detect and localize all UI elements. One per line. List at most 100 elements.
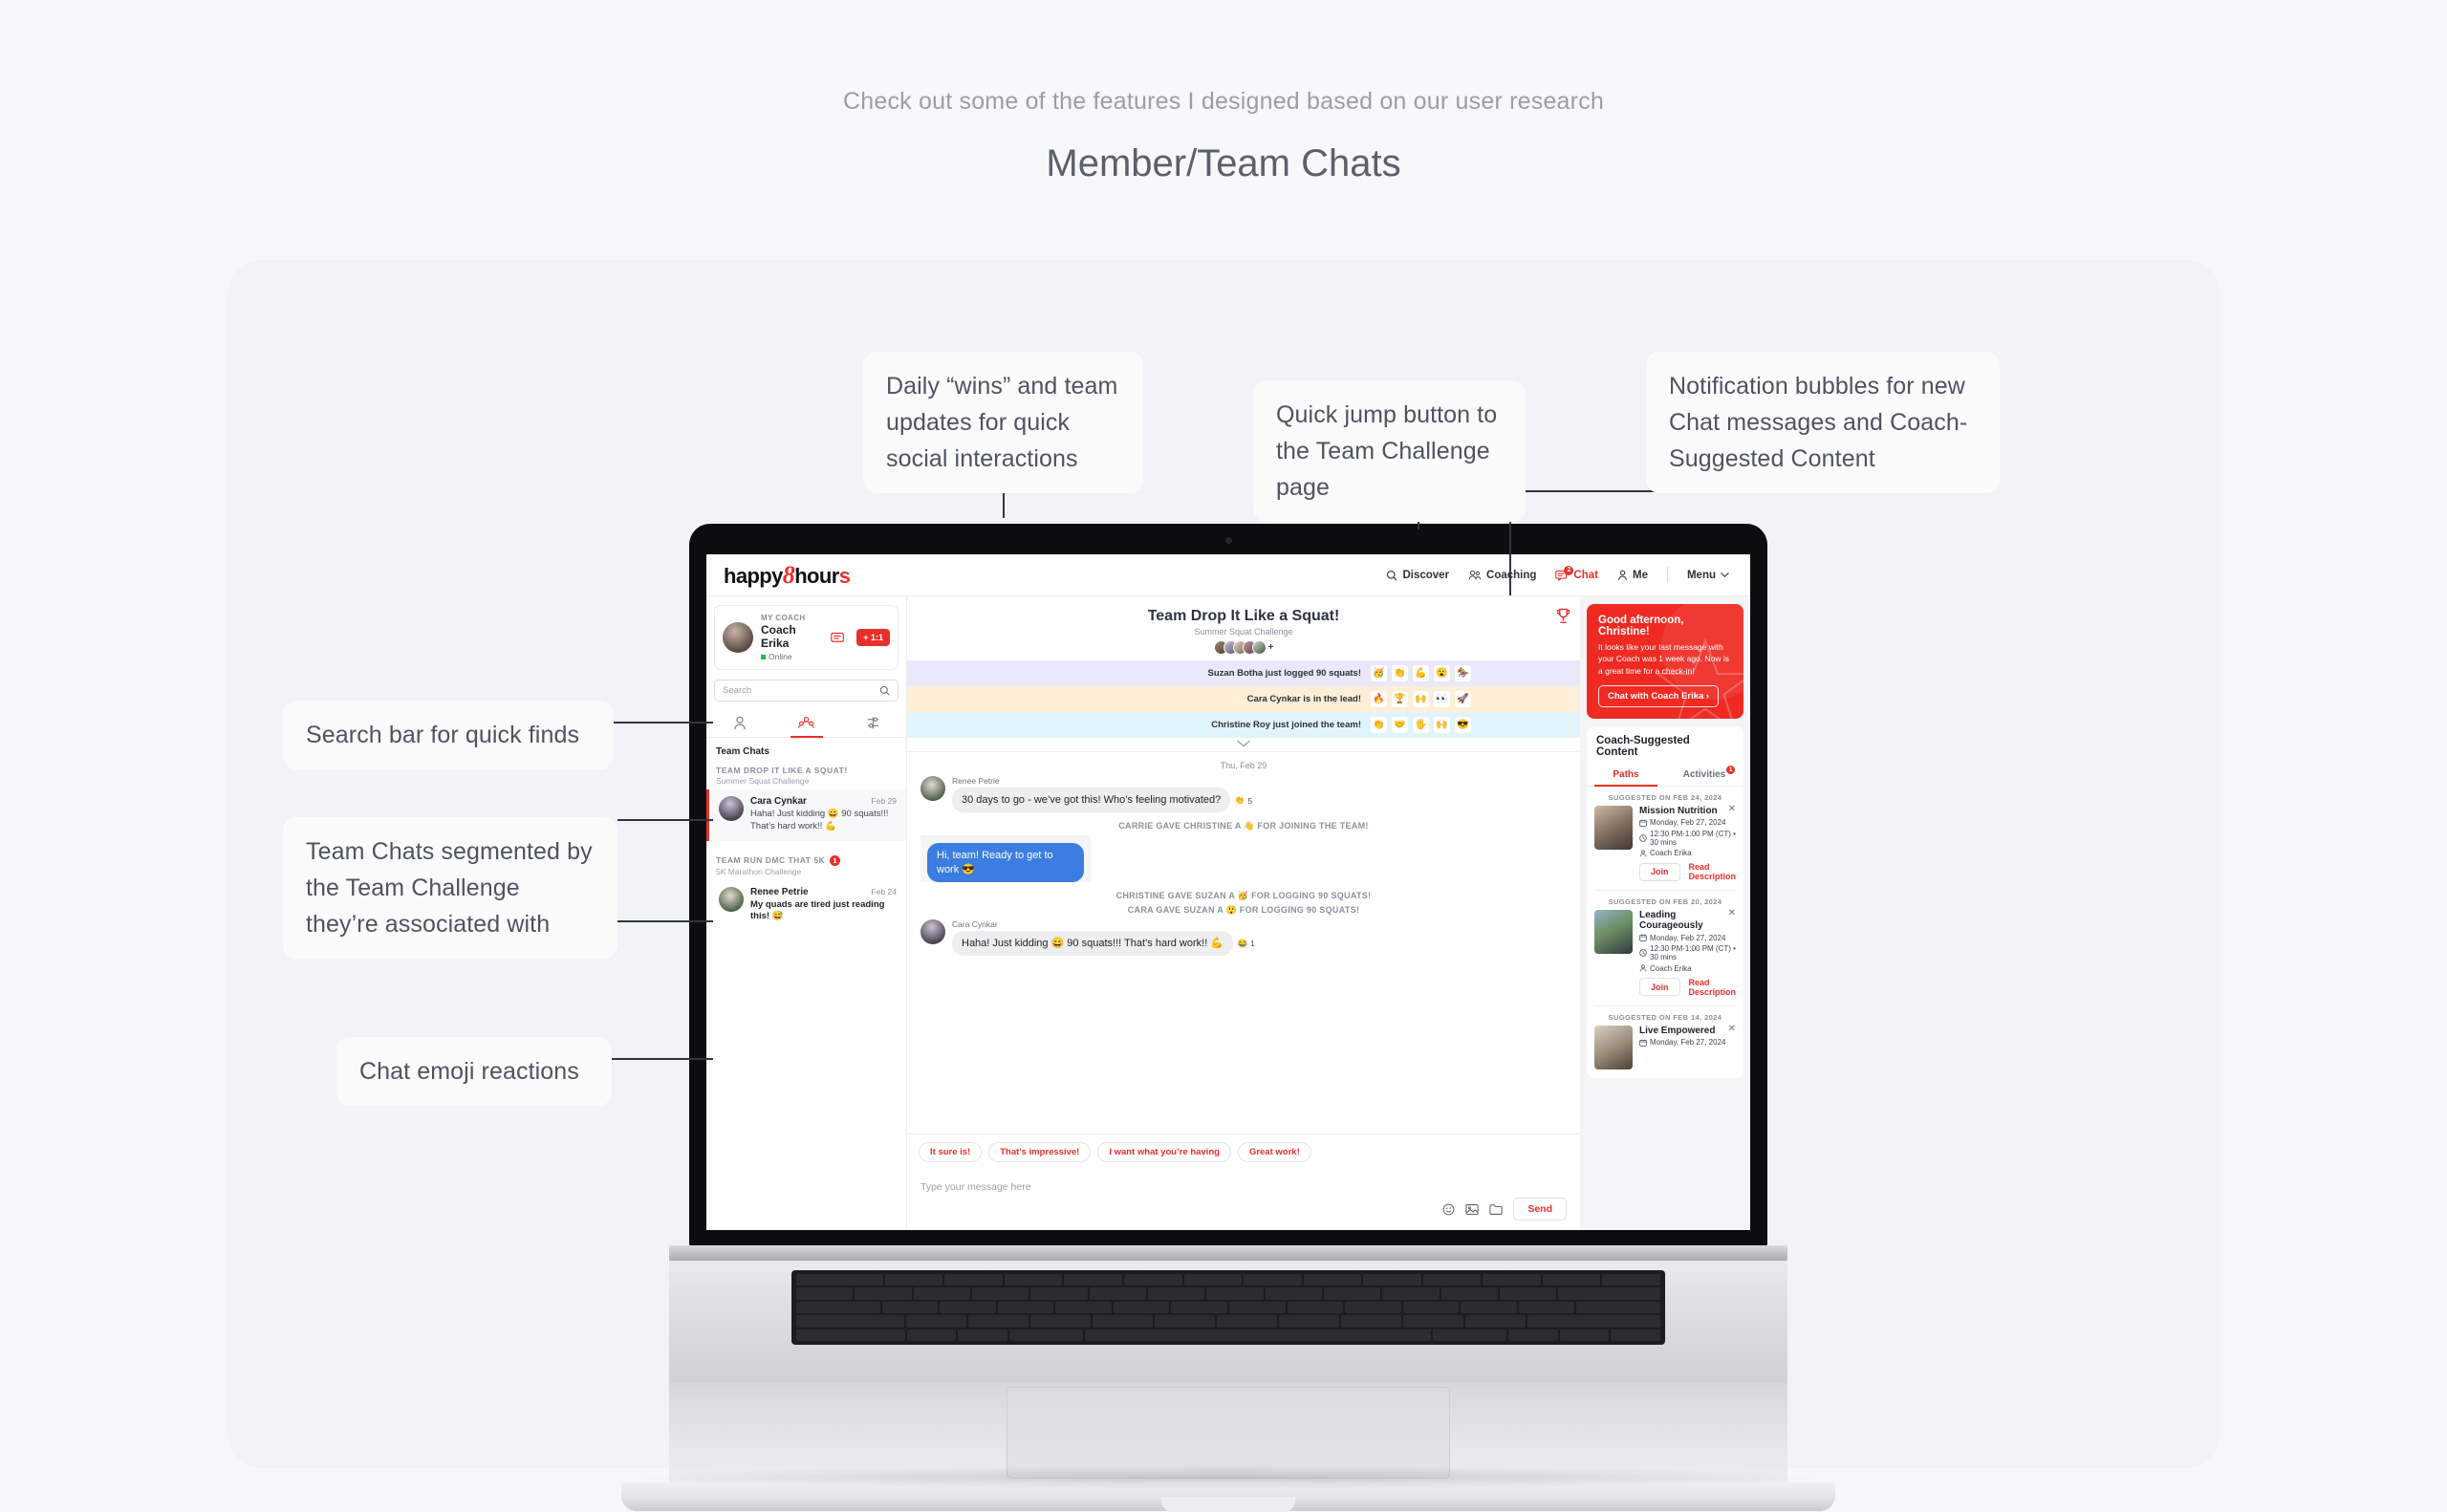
message-bubble: 30 days to go - we’ve got this! Who’s fe…: [952, 788, 1231, 813]
trophy-icon[interactable]: [1556, 608, 1570, 624]
coach-suggested-heading: Coach-Suggested Content: [1596, 734, 1690, 758]
sidebar-tab-team-chats[interactable]: [773, 710, 840, 738]
emoji-reaction-button[interactable]: 🖐️: [1413, 717, 1429, 733]
card-date: Monday, Feb 27, 2024: [1639, 818, 1736, 827]
message-input[interactable]: [920, 1181, 1567, 1193]
coach-name: Coach Erika: [761, 623, 796, 650]
close-icon[interactable]: ✕: [1728, 804, 1736, 814]
close-icon[interactable]: ✕: [1728, 909, 1736, 918]
quick-reply-chip[interactable]: That’s impressive!: [988, 1142, 1092, 1162]
laptop-shadow: [617, 1465, 1840, 1490]
nav-menu[interactable]: Menu: [1687, 570, 1729, 581]
card-date-label: Monday, Feb 27, 2024: [1650, 818, 1726, 828]
emoji-reaction-button[interactable]: 👀: [1434, 691, 1450, 707]
my-coach-card[interactable]: MY COACH Coach Erika Online + 1:1: [714, 605, 899, 670]
list-item[interactable]: Renee Petrie Feb 24 My quads are tired j…: [706, 880, 906, 932]
card-date: Monday, Feb 27, 2024: [1639, 1038, 1736, 1047]
quick-reply-chip[interactable]: Great work!: [1237, 1142, 1311, 1162]
add-one-on-one-button[interactable]: + 1:1: [856, 629, 890, 646]
promo-text: It looks like your last message with you…: [1598, 642, 1730, 676]
card-body: ✕ Mission Nutrition Monday, Feb 27, 2024…: [1639, 804, 1737, 881]
emoji-reaction-button[interactable]: 💪: [1413, 665, 1429, 681]
close-icon[interactable]: ✕: [1728, 1024, 1736, 1034]
emoji-icon[interactable]: [1442, 1203, 1455, 1216]
search-bar: [714, 680, 899, 702]
message-reaction[interactable]: 😂 1: [1237, 939, 1254, 949]
read-description-link[interactable]: Read Description: [1689, 978, 1737, 997]
message-reaction[interactable]: 👏 5: [1235, 795, 1252, 806]
card-thumbnail: [1594, 805, 1633, 850]
brand-logo[interactable]: happy8hours: [724, 561, 851, 590]
chat-with-coach-button[interactable]: Chat with Coach Erika ›: [1598, 684, 1720, 707]
card-thumbnail: [1594, 910, 1633, 955]
laptop-lid: happy8hours Discover Coaching 2 Chat Me …: [689, 524, 1767, 1245]
nav-coaching[interactable]: Coaching: [1468, 570, 1536, 581]
chat-group-header: TEAM RUN DMC THAT 5K 1 5K Marathon Chall…: [706, 853, 906, 876]
card-coach: Coach Erika: [1639, 849, 1736, 857]
person-icon: [1639, 850, 1647, 857]
suggested-content-card[interactable]: ✕ Leading Courageously Monday, Feb 27, 2…: [1587, 909, 1743, 1005]
quick-reply-chips: It sure is! That’s impressive! I want wh…: [907, 1134, 1580, 1169]
nav-me[interactable]: Me: [1617, 570, 1648, 581]
expand-banners-button[interactable]: [907, 738, 1580, 751]
emoji-reaction-button[interactable]: 🏇: [1455, 665, 1471, 681]
tab-paths[interactable]: Paths: [1587, 765, 1665, 787]
member-overflow-count[interactable]: +: [1268, 642, 1274, 653]
page-kicker: Check out some of the features I designe…: [842, 88, 1604, 115]
send-button[interactable]: Send: [1513, 1198, 1567, 1220]
emoji-reaction-button[interactable]: 🙌: [1434, 717, 1450, 733]
keyboard-row: [796, 1328, 1660, 1341]
card-time-label: 12:30 PM-1:00 PM (CT) • 30 mins: [1650, 944, 1736, 962]
suggested-content-card[interactable]: ✕ Live Empowered Monday, Feb 27, 2024: [1587, 1024, 1743, 1078]
activity-banner: Cara Cynkar is in the lead! 🔥 🏆 🙌 👀 🚀: [907, 686, 1580, 712]
search-icon[interactable]: [879, 685, 890, 696]
emoji-reaction-button[interactable]: 😮: [1434, 665, 1450, 681]
emoji-reaction-button[interactable]: 🤝: [1392, 717, 1408, 733]
emoji-reaction-button[interactable]: 🙌: [1413, 691, 1429, 707]
emoji-reaction-button[interactable]: 👏: [1392, 665, 1408, 681]
suggested-content-card[interactable]: ✕ Mission Nutrition Monday, Feb 27, 2024…: [1587, 804, 1743, 891]
day-separator: Thu, Feb 29: [1220, 761, 1267, 770]
join-button[interactable]: Join: [1639, 862, 1680, 881]
list-item[interactable]: Cara Cynkar Feb 29 Haha! Just kidding 😄 …: [706, 789, 906, 841]
message-thread: Thu, Feb 29 Renee Petrie 30 days to go -…: [907, 751, 1580, 1134]
nav-chat[interactable]: 2 Chat: [1555, 565, 1598, 581]
tab-activities[interactable]: Activities 1: [1665, 765, 1743, 786]
sidebar-tab-filter[interactable]: [839, 710, 906, 737]
system-message: CARRIE GAVE CHRISTINE A 👋 FOR JOINING TH…: [1118, 821, 1369, 832]
read-description-link[interactable]: Read Description: [1689, 862, 1737, 881]
nav-menu-label: Menu: [1686, 569, 1716, 581]
chat-row-preview: Haha! Just kidding 😄 90 squats!!! That’s…: [750, 809, 889, 832]
message-icon[interactable]: [831, 632, 845, 644]
join-button[interactable]: Join: [1639, 978, 1680, 997]
search-input[interactable]: [723, 685, 874, 696]
emoji-reaction-button[interactable]: 🥳: [1371, 665, 1387, 681]
avatar: [920, 918, 945, 944]
image-icon[interactable]: [1465, 1203, 1479, 1216]
emoji-reaction-button[interactable]: 😎: [1455, 717, 1471, 733]
nav-divider: [1666, 567, 1668, 583]
member-avatars[interactable]: +: [920, 640, 1567, 655]
annotation-search-bar: Search bar for quick finds: [283, 701, 614, 769]
activities-badge: 1: [1726, 765, 1736, 774]
emoji-reaction-button[interactable]: 🔥: [1371, 691, 1387, 707]
emoji-reaction-button[interactable]: 🚀: [1455, 691, 1471, 707]
search-box[interactable]: [714, 680, 899, 702]
right-panel: Good afternoon, Christine! It looks like…: [1580, 596, 1750, 1230]
quick-reply-chip[interactable]: I want what you’re having: [1097, 1142, 1231, 1162]
promo-title: Good afternoon, Christine!: [1598, 615, 1684, 637]
folder-icon[interactable]: [1489, 1203, 1503, 1216]
online-dot-icon: [761, 654, 766, 659]
avatar: [719, 886, 744, 912]
avatar: [1251, 640, 1267, 655]
emoji-reaction-button[interactable]: 🏆: [1392, 691, 1408, 707]
system-message: CHRISTINE GAVE SUZAN A 🥳 FOR LOGGING 90 …: [1115, 890, 1372, 900]
activity-banner-text: Christine Roy just joined the team!: [1211, 720, 1361, 730]
nav-discover[interactable]: Discover: [1386, 570, 1449, 581]
search-icon: [1386, 570, 1397, 581]
activity-banners: Suzan Botha just logged 90 squats! 🥳 👏 💪…: [907, 660, 1580, 751]
emoji-reaction-button[interactable]: 👏: [1371, 717, 1387, 733]
quick-reply-chip[interactable]: It sure is!: [919, 1142, 983, 1162]
chat-icon: 2: [1555, 565, 1574, 581]
sidebar-tab-member-chats[interactable]: [706, 710, 773, 737]
